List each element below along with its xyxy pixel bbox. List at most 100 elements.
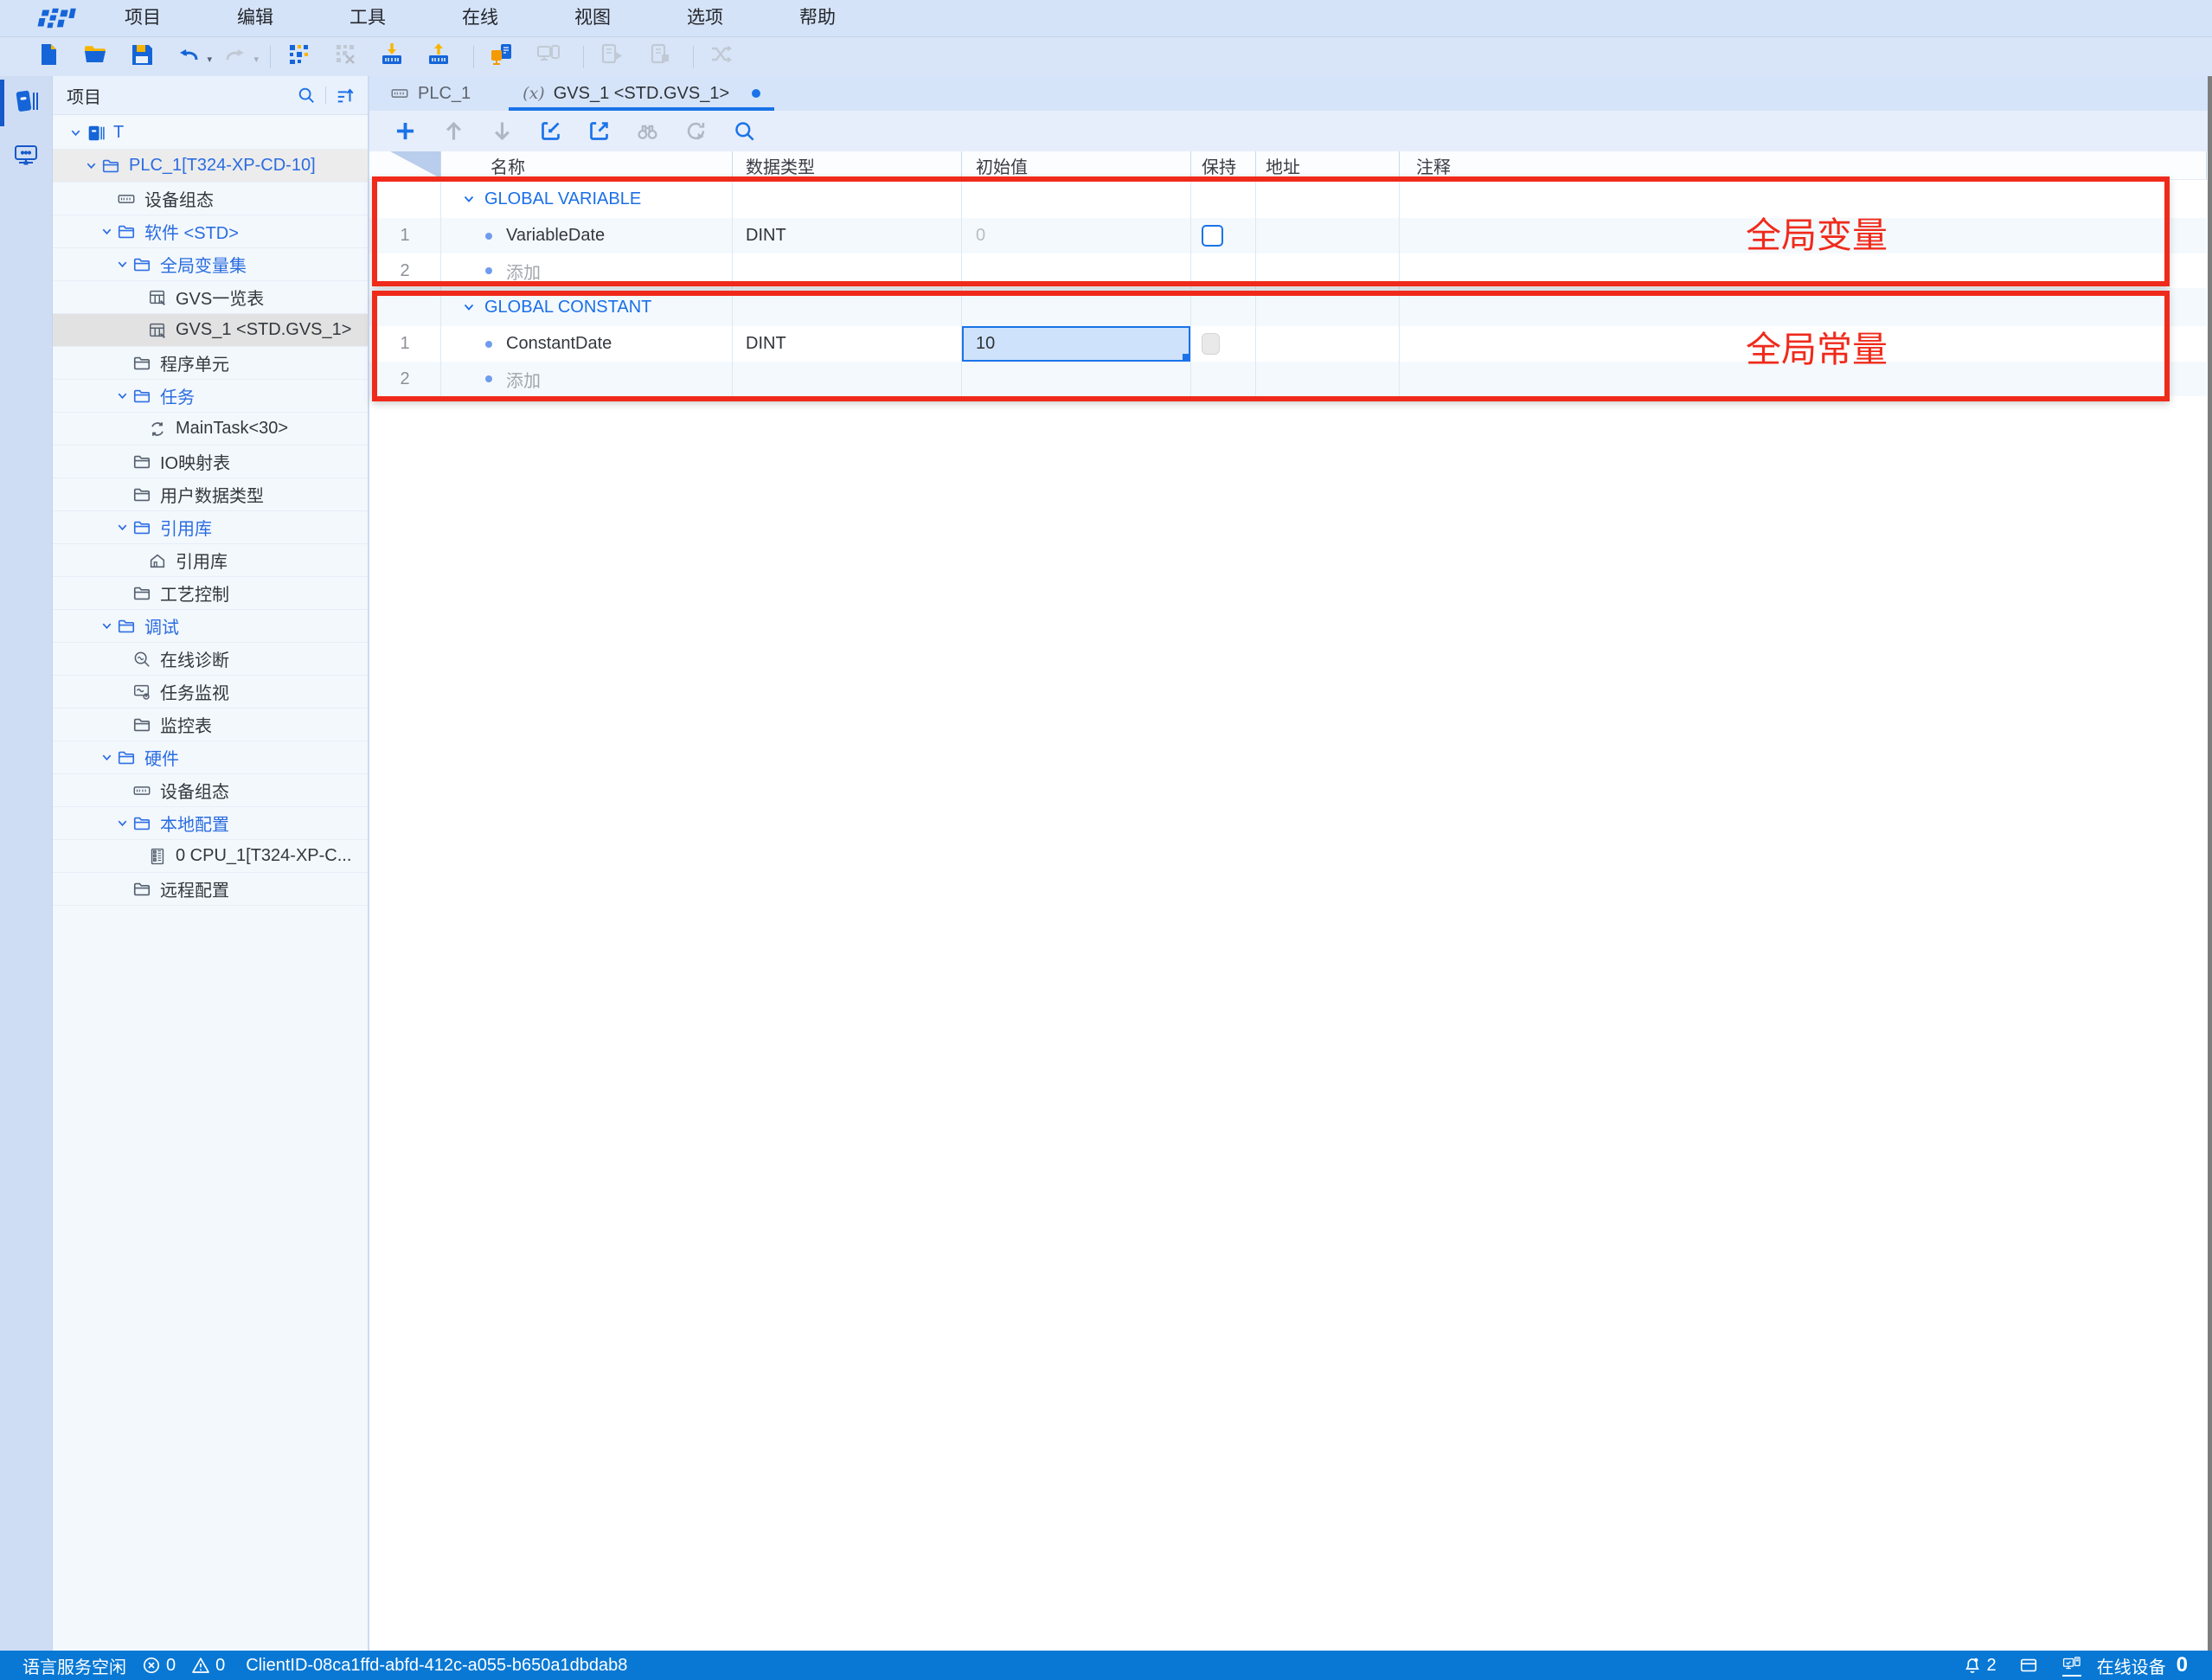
- menu-item-1[interactable]: 项目: [87, 0, 199, 36]
- menu-item-5[interactable]: 视图: [536, 0, 649, 36]
- activity-item-project-explorer[interactable]: [0, 76, 52, 130]
- column-header-3[interactable]: 初始值: [962, 151, 1191, 180]
- datatype-cell[interactable]: DINT: [733, 326, 962, 362]
- retain-cell[interactable]: [1191, 218, 1256, 253]
- online-device-icon[interactable]: [2062, 1654, 2081, 1677]
- chevron-down-icon[interactable]: [67, 126, 84, 139]
- vertical-scrollbar[interactable]: [2208, 76, 2212, 1651]
- tree-item[interactable]: IO映射表: [53, 446, 368, 478]
- address-cell[interactable]: [1256, 326, 1400, 362]
- section-name-cell[interactable]: GLOBAL CONSTANT: [441, 288, 733, 326]
- upload-from-plc-button[interactable]: [423, 42, 454, 73]
- section-name-cell[interactable]: GLOBAL VARIABLE: [441, 180, 733, 218]
- search-button[interactable]: [729, 117, 759, 146]
- compile-button[interactable]: [283, 42, 314, 73]
- activity-item-device-network[interactable]: [0, 130, 52, 183]
- datatype-cell[interactable]: [733, 362, 962, 396]
- filter-sort-icon[interactable]: [333, 83, 357, 107]
- add-row[interactable]: 2添加: [369, 362, 2207, 396]
- tree-item[interactable]: 远程配置: [53, 873, 368, 906]
- chevron-down-icon[interactable]: [98, 751, 115, 764]
- export-button[interactable]: [584, 117, 613, 146]
- menu-item-2[interactable]: 编辑: [199, 0, 311, 36]
- datatype-cell[interactable]: DINT: [733, 218, 962, 253]
- add-row[interactable]: 2添加: [369, 253, 2207, 288]
- tree-item[interactable]: 监控表: [53, 709, 368, 741]
- import-button[interactable]: [535, 117, 565, 146]
- tree-item[interactable]: T: [53, 117, 368, 150]
- initial-value-cell[interactable]: [962, 362, 1191, 396]
- tree-item[interactable]: 引用库: [53, 544, 368, 577]
- open-project-button[interactable]: [80, 42, 111, 73]
- chevron-down-icon[interactable]: [98, 225, 115, 238]
- connect-device-button[interactable]: [486, 42, 517, 73]
- section-header-row[interactable]: GLOBAL CONSTANT: [369, 288, 2207, 326]
- tree-item[interactable]: 在线诊断: [53, 643, 368, 676]
- tree-item[interactable]: 工艺控制: [53, 577, 368, 610]
- retain-cell[interactable]: [1191, 326, 1256, 362]
- dropdown-caret-icon[interactable]: ▾: [207, 54, 212, 65]
- panel-layout-icon[interactable]: [2019, 1656, 2038, 1675]
- address-cell[interactable]: [1256, 253, 1400, 288]
- tree-item[interactable]: 全局变量集: [53, 248, 368, 281]
- retain-checkbox[interactable]: [1202, 225, 1223, 247]
- tree-item[interactable]: 引用库: [53, 511, 368, 544]
- initial-value-cell[interactable]: [962, 253, 1191, 288]
- notification-bell-icon[interactable]: [1963, 1656, 1982, 1675]
- chevron-down-icon[interactable]: [113, 389, 131, 402]
- comment-cell[interactable]: [1400, 218, 2207, 253]
- tree-item[interactable]: 0 CPU_1[T324-XP-C...: [53, 840, 368, 873]
- chevron-down-icon[interactable]: [462, 192, 476, 206]
- save-button[interactable]: [126, 42, 157, 73]
- tab-plc-1[interactable]: PLC_1: [375, 76, 486, 111]
- tree-item[interactable]: 程序单元: [53, 347, 368, 380]
- column-header-6[interactable]: 注释: [1400, 151, 2207, 180]
- chevron-down-icon[interactable]: [462, 300, 476, 314]
- undo-button[interactable]: ▾: [173, 42, 204, 73]
- search-icon[interactable]: [294, 83, 318, 107]
- tree-item[interactable]: MainTask<30>: [53, 413, 368, 446]
- tree-item[interactable]: 任务: [53, 380, 368, 413]
- tree-item[interactable]: 设备组态: [53, 183, 368, 215]
- chevron-down-icon[interactable]: [113, 521, 131, 534]
- comment-cell[interactable]: [1400, 326, 2207, 362]
- column-header-2[interactable]: 数据类型: [733, 151, 962, 180]
- tree-item[interactable]: 设备组态: [53, 774, 368, 807]
- initial-value-cell[interactable]: 10: [962, 326, 1191, 362]
- chevron-down-icon[interactable]: [113, 817, 131, 830]
- chevron-down-icon[interactable]: [113, 258, 131, 271]
- selected-cell[interactable]: 10: [962, 326, 1190, 362]
- fill-handle[interactable]: [1183, 354, 1190, 362]
- tree-item[interactable]: 任务监视: [53, 676, 368, 709]
- add-row-button[interactable]: [390, 117, 420, 146]
- tree-item[interactable]: 硬件: [53, 741, 368, 774]
- tree-item[interactable]: 本地配置: [53, 807, 368, 840]
- variable-name-cell[interactable]: ConstantDate: [441, 326, 733, 362]
- menu-item-4[interactable]: 在线: [424, 0, 536, 36]
- column-header-1[interactable]: 名称: [441, 151, 733, 180]
- dropdown-caret-icon[interactable]: ▾: [253, 54, 259, 65]
- table-corner-cell[interactable]: [369, 151, 441, 180]
- chevron-down-icon[interactable]: [98, 619, 115, 632]
- address-cell[interactable]: [1256, 362, 1400, 396]
- datatype-cell[interactable]: [733, 253, 962, 288]
- table-row[interactable]: 1VariableDateDINT0: [369, 218, 2207, 253]
- chevron-down-icon[interactable]: [82, 159, 99, 172]
- column-header-4[interactable]: 保持: [1191, 151, 1256, 180]
- tree-item[interactable]: 用户数据类型: [53, 478, 368, 511]
- menu-item-6[interactable]: 选项: [649, 0, 761, 36]
- add-variable-cell[interactable]: 添加: [441, 362, 733, 396]
- comment-cell[interactable]: [1400, 362, 2207, 396]
- download-to-plc-button[interactable]: [376, 42, 407, 73]
- initial-value-cell[interactable]: 0: [962, 218, 1191, 253]
- menu-item-7[interactable]: 帮助: [761, 0, 874, 36]
- tree-item[interactable]: 调试: [53, 610, 368, 643]
- new-project-button[interactable]: [33, 42, 64, 73]
- section-header-row[interactable]: GLOBAL VARIABLE: [369, 180, 2207, 218]
- tab-gvs-1[interactable]: (x)GVS_1 <STD.GVS_1>: [507, 76, 776, 111]
- column-header-5[interactable]: 地址: [1256, 151, 1400, 180]
- tree-item[interactable]: GVS一览表: [53, 281, 368, 314]
- menu-item-3[interactable]: 工具: [311, 0, 424, 36]
- table-row[interactable]: 1ConstantDateDINT10: [369, 326, 2207, 362]
- tree-item[interactable]: PLC_1[T324-XP-CD-10]: [53, 150, 368, 183]
